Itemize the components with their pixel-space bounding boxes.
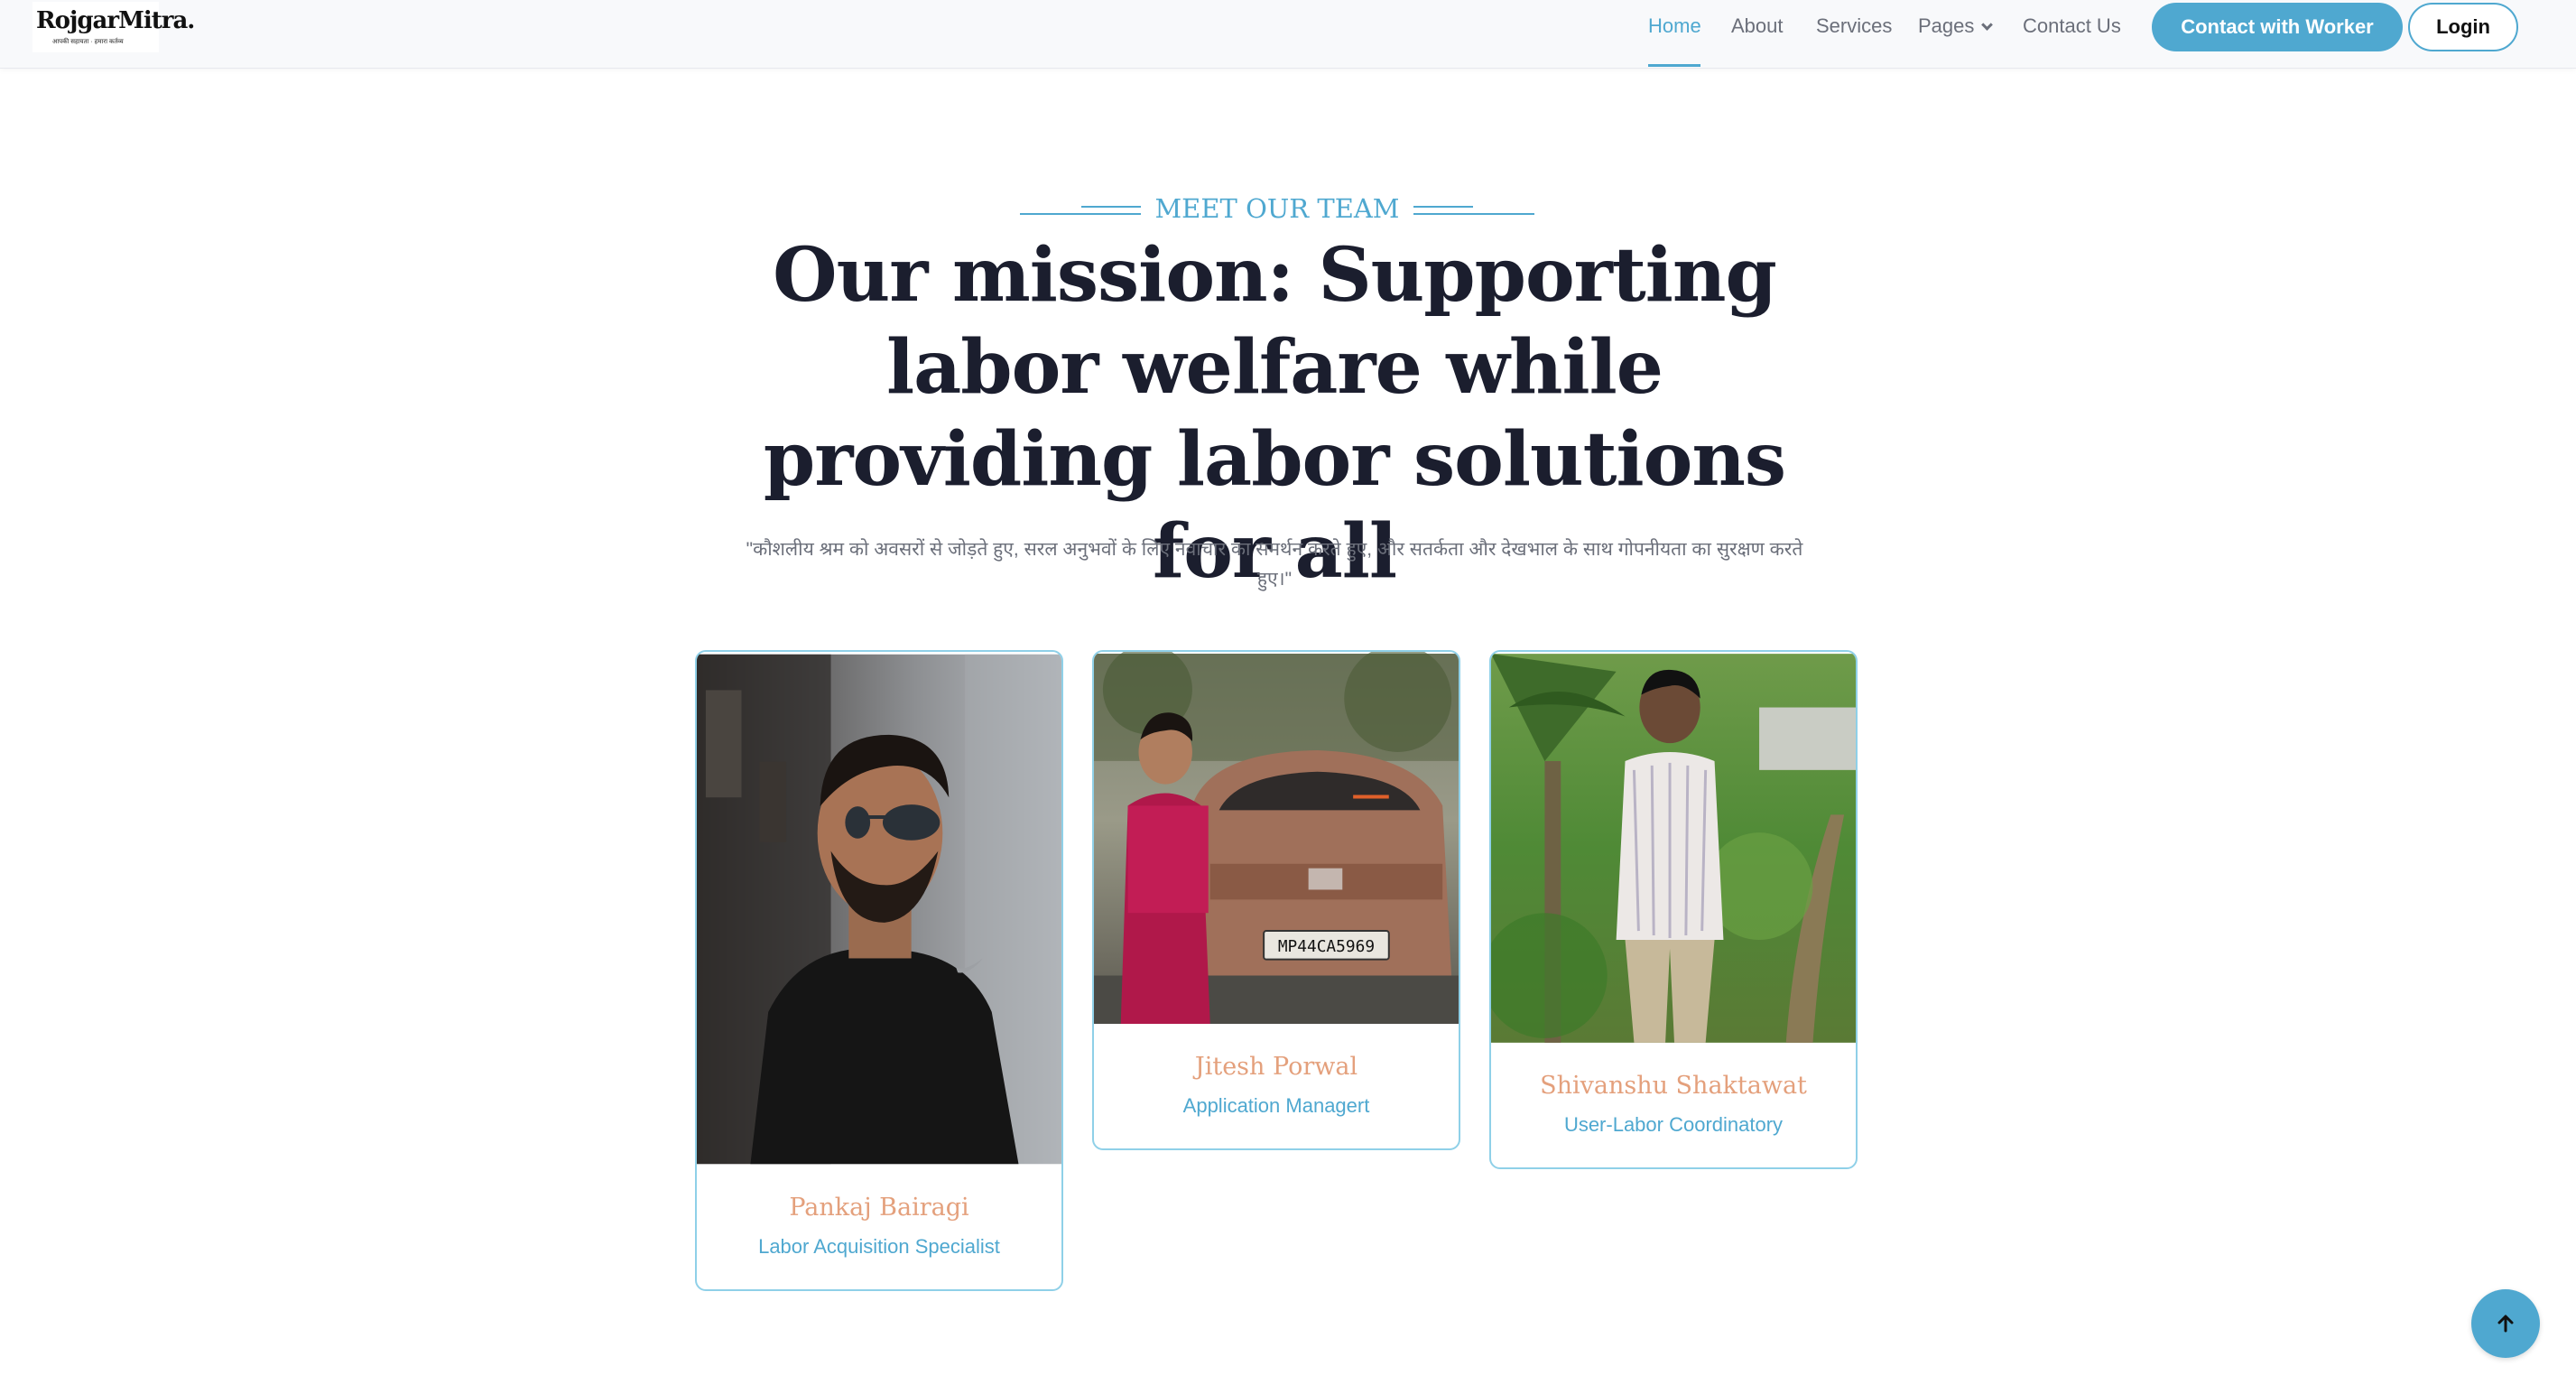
team-member-role: Application Managert — [1182, 1094, 1370, 1117]
nav-pages-label: Pages — [1918, 14, 1975, 37]
team-member-photo — [697, 654, 1061, 1165]
team-member-name: Shivanshu Shaktawat — [1540, 1072, 1807, 1100]
team-member-photo: MP44CA5969 — [1094, 652, 1459, 1024]
team-member-photo — [1491, 654, 1856, 1043]
team-member-role: User-Labor Coordinatory — [1563, 1113, 1784, 1136]
nav-services[interactable]: Services — [1816, 14, 1892, 38]
license-plate-text: MP44CA5969 — [1278, 937, 1375, 956]
eyebrow-decoration-left — [1020, 206, 1141, 215]
team-card-pankaj: Pankaj Bairagi Labor Acquisition Special… — [695, 650, 1063, 1291]
eyebrow-decoration-right — [1413, 206, 1534, 215]
back-to-top-button[interactable] — [2471, 1289, 2540, 1358]
navbar: RojgarMitra. आपकी सहायता · हमारा कर्तव्य… — [0, 0, 2576, 69]
contact-with-worker-button[interactable]: Contact with Worker — [2152, 3, 2403, 51]
team-member-role: Labor Acquisition Specialist — [758, 1235, 1000, 1258]
team-card-jitesh: MP44CA5969 Jitesh Porwal Application Man… — [1092, 650, 1460, 1150]
team-member-name: Jitesh Porwal — [1194, 1053, 1358, 1081]
mission-quote: "कौशलीय श्रम को अवसरों से जोड़ते हुए, सर… — [746, 539, 1803, 590]
nav-pages[interactable]: Pages — [1918, 14, 1994, 38]
eyebrow-text: MEET OUR TEAM — [1154, 193, 1400, 224]
logo-title: RojgarMitra. — [36, 7, 195, 34]
nav-active-indicator — [1648, 64, 1700, 67]
login-button[interactable]: Login — [2408, 3, 2518, 51]
nav-home[interactable]: Home — [1648, 14, 1701, 38]
logo-tagline: आपकी सहायता · हमारा कर्तव्य — [52, 39, 124, 45]
nav-contact-us[interactable]: Contact Us — [2023, 14, 2121, 38]
chevron-down-icon — [1981, 19, 1994, 31]
site-logo[interactable]: RojgarMitra. आपकी सहायता · हमारा कर्तव्य — [32, 2, 195, 52]
team-card-shivanshu: Shivanshu Shaktawat User-Labor Coordinat… — [1489, 650, 1858, 1169]
arrow-up-icon — [2497, 1315, 2514, 1333]
nav-about[interactable]: About — [1731, 14, 1784, 38]
section-eyebrow: MEET OUR TEAM — [1020, 190, 1534, 229]
team-member-name: Pankaj Bairagi — [789, 1194, 969, 1222]
